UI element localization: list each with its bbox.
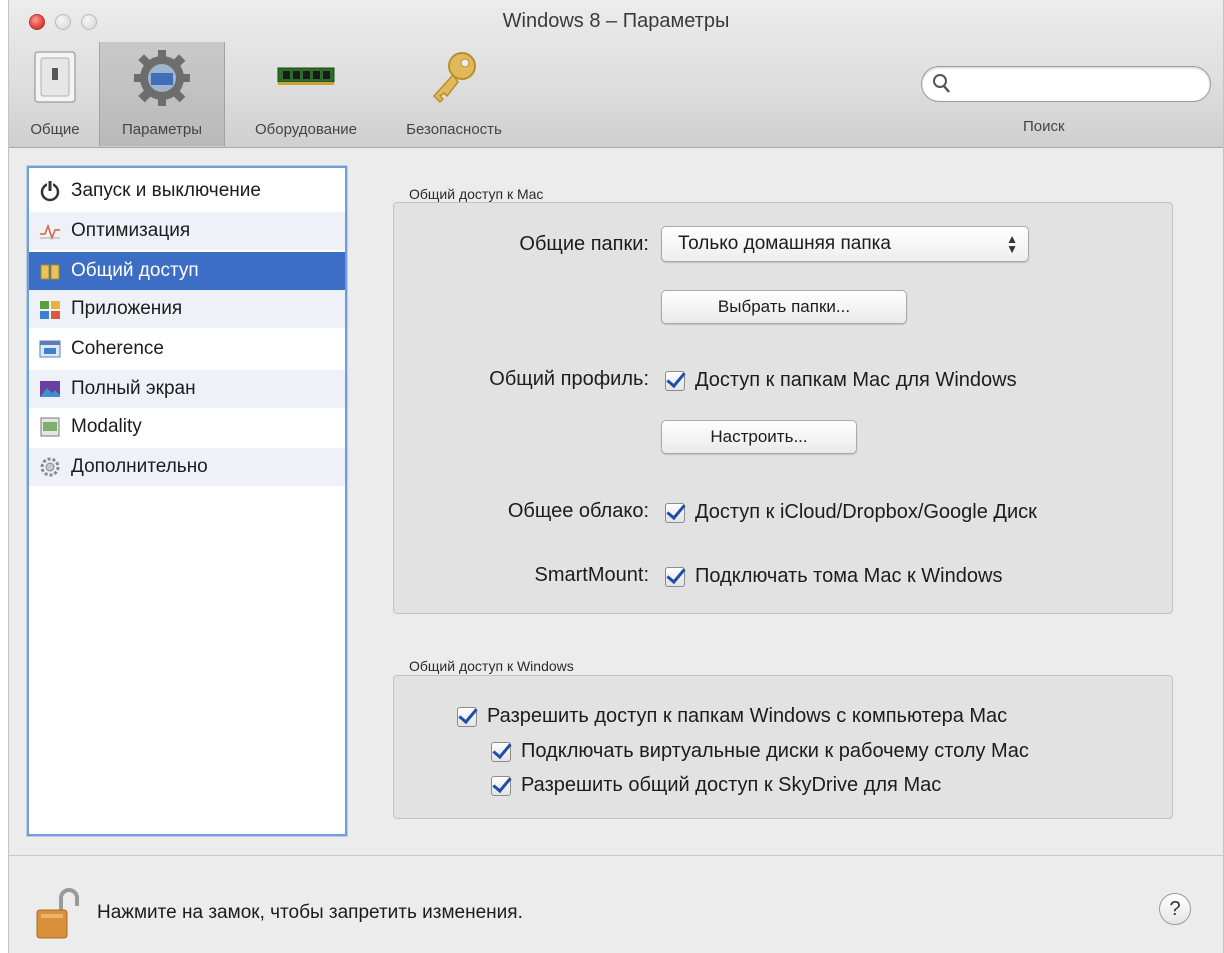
share-skydrive-checkbox[interactable] [491, 775, 511, 796]
toolbar-label-options: Параметры [122, 121, 202, 138]
sidebar-item-applications[interactable]: Приложения [29, 290, 345, 328]
sidebar-item-startup-shutdown[interactable]: Запуск и выключение [29, 172, 345, 210]
memory-chip-icon [277, 67, 335, 85]
coherence-icon [39, 340, 61, 358]
sidebar-label: Оптимизация [71, 220, 191, 241]
title-toolbar: Windows 8 – Параметры Общие Параметры Об… [9, 0, 1223, 148]
shared-profile-checkbox-label: Доступ к папкам Mac для Windows [695, 369, 1017, 391]
shared-profile-checkbox[interactable] [665, 370, 685, 391]
shared-folders-value: Только домашняя папка [678, 233, 891, 254]
toolbar-label-general: Общие [30, 121, 80, 138]
preferences-window: Windows 8 – Параметры Общие Параметры Об… [8, 0, 1224, 953]
sidebar-item-advanced[interactable]: Дополнительно [29, 448, 345, 486]
sidebar-label: Приложения [71, 298, 183, 319]
advanced-gear-icon [40, 457, 60, 477]
unlocked-padlock-icon[interactable] [35, 886, 79, 942]
toolbar-label-security: Безопасность [406, 121, 502, 138]
allow-windows-access-option[interactable]: Разрешить доступ к папкам Windows с комп… [457, 705, 1007, 728]
sidebar-label: Общий доступ [71, 260, 199, 281]
allow-windows-access-checkbox[interactable] [457, 706, 477, 727]
sidebar-item-coherence[interactable]: Coherence [29, 330, 345, 368]
toolbar-label-hardware: Оборудование [254, 121, 358, 138]
gear-icon [134, 50, 190, 106]
sidebar-label: Запуск и выключение [71, 180, 261, 201]
smartmount-checkbox[interactable] [665, 566, 685, 587]
smartmount-checkbox-label: Подключать тома Mac к Windows [695, 565, 1003, 587]
key-icon [432, 52, 476, 104]
lock-hint-text: Нажмите на замок, чтобы запретить измене… [97, 902, 523, 923]
toolbar-item-security[interactable]: Безопасность [389, 42, 519, 146]
sidebar-item-sharing[interactable]: Общий доступ [29, 252, 345, 290]
share-skydrive-option[interactable]: Разрешить общий доступ к SkyDrive для Ma… [491, 774, 941, 797]
sharing-icon [40, 264, 60, 280]
windows-sharing-title: Общий доступ к Windows [409, 658, 574, 674]
toolbar-item-hardware[interactable]: Оборудование [231, 42, 381, 146]
modality-icon [40, 417, 60, 437]
help-button[interactable]: ? [1159, 893, 1191, 925]
mount-virtual-disks-checkbox[interactable] [491, 741, 511, 762]
shared-cloud-checkbox-label: Доступ к iCloud/Dropbox/Google Диск [695, 501, 1037, 523]
configure-button[interactable]: Настроить... [661, 420, 857, 454]
smartmount-option[interactable]: Подключать тома Mac к Windows [665, 565, 1002, 588]
fullscreen-icon [40, 381, 60, 397]
smartmount-label: SmartMount: [534, 564, 649, 586]
shared-folders-popup[interactable]: Только домашняя папка ▲ ▼ [661, 226, 1029, 262]
footer-divider [9, 855, 1223, 856]
shared-profile-label: Общий профиль: [489, 368, 649, 390]
shared-cloud-option[interactable]: Доступ к iCloud/Dropbox/Google Диск [665, 501, 1037, 524]
shared-profile-option[interactable]: Доступ к папкам Mac для Windows [665, 369, 1017, 392]
toolbar-item-options[interactable]: Параметры [99, 42, 225, 146]
popup-arrows-icon: ▲ ▼ [1006, 232, 1018, 256]
sidebar-item-optimization[interactable]: Оптимизация [29, 212, 345, 250]
mount-virtual-disks-option[interactable]: Подключать виртуальные диски к рабочему … [491, 740, 1029, 763]
shared-cloud-checkbox[interactable] [665, 502, 685, 523]
choose-folders-button[interactable]: Выбрать папки... [661, 290, 907, 324]
search-icon [933, 74, 950, 93]
sidebar-item-modality[interactable]: Modality [29, 408, 345, 446]
search-field[interactable] [921, 66, 1211, 102]
applications-icon [40, 301, 60, 319]
search-label: Поиск [1023, 118, 1065, 135]
mount-virtual-disks-label: Подключать виртуальные диски к рабочему … [521, 740, 1029, 762]
shared-folders-label: Общие папки: [519, 233, 649, 255]
shared-cloud-label: Общее облако: [507, 500, 649, 522]
mac-sharing-title: Общий доступ к Mac [409, 186, 544, 202]
optimization-icon [40, 223, 60, 241]
general-switch-icon [34, 51, 76, 103]
toolbar-item-general[interactable]: Общие [15, 42, 95, 146]
sidebar-label: Дополнительно [71, 456, 208, 477]
settings-sidebar: Запуск и выключение Оптимизация Общий до… [27, 166, 347, 836]
share-skydrive-label: Разрешить общий доступ к SkyDrive для Ma… [521, 774, 942, 796]
search-input[interactable] [956, 71, 1196, 97]
sidebar-label: Coherence [71, 338, 164, 359]
window-title: Windows 8 – Параметры [502, 10, 730, 32]
power-icon [40, 181, 60, 202]
sidebar-label: Modality [71, 416, 142, 437]
allow-windows-access-label: Разрешить доступ к папкам Windows с комп… [487, 705, 1008, 727]
mac-sharing-group [393, 202, 1173, 614]
sidebar-label: Полный экран [71, 378, 196, 399]
sidebar-item-fullscreen[interactable]: Полный экран [29, 370, 345, 408]
